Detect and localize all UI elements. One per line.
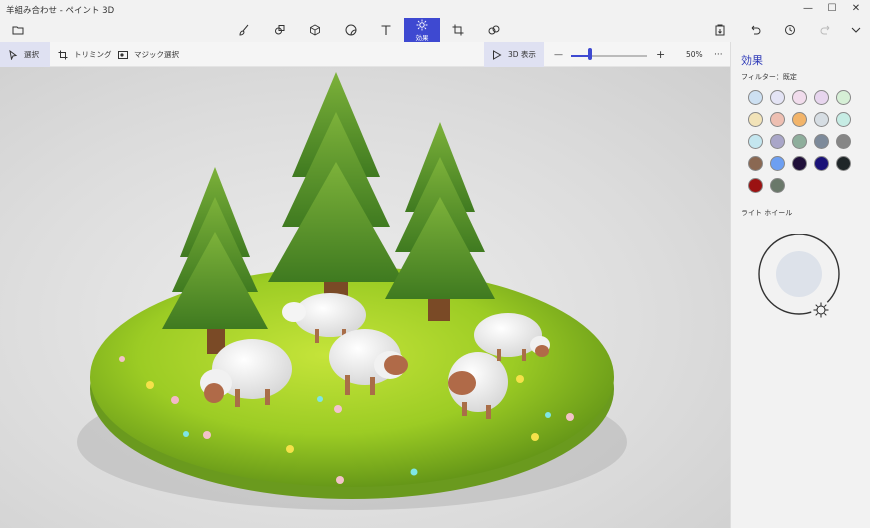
filter-swatch[interactable] — [792, 112, 807, 127]
zoom-slider-thumb[interactable] — [588, 48, 592, 60]
effects-button[interactable]: 効果 — [404, 18, 440, 42]
filter-label: フィルター： — [741, 73, 783, 81]
title-bar: 羊組み合わせ - ペイント 3D — ☐ ✕ — [0, 0, 870, 18]
filter-swatch[interactable] — [748, 112, 763, 127]
filter-swatch[interactable] — [814, 112, 829, 127]
effects-label: 効果 — [415, 33, 429, 42]
close-button[interactable]: ✕ — [844, 0, 868, 18]
filter-swatch[interactable] — [770, 134, 785, 149]
select-label: 選択 — [24, 50, 39, 59]
window-title: 羊組み合わせ - ペイント 3D — [6, 6, 115, 16]
panel-title: 効果 — [741, 54, 763, 67]
view-3d-icon — [493, 49, 502, 60]
filter-swatch[interactable] — [770, 112, 785, 127]
magic-select-button[interactable]: マジック選択 — [110, 42, 187, 67]
zoom-slider[interactable] — [571, 55, 647, 57]
crop-icon — [58, 50, 68, 59]
filter-swatch[interactable] — [836, 134, 851, 149]
maximize-button[interactable]: ☐ — [820, 0, 844, 18]
sticker-icon — [345, 24, 357, 36]
view-3d-button[interactable]: 3D 表示 — [484, 42, 544, 67]
stickers-button[interactable] — [333, 18, 369, 42]
zoom-in-button[interactable]: + — [648, 42, 673, 67]
more-options-button[interactable]: ··· — [706, 42, 731, 67]
library-icon — [488, 25, 500, 35]
filter-swatch[interactable] — [770, 90, 785, 105]
crop-label: トリミング — [74, 50, 112, 59]
filter-swatch[interactable] — [792, 156, 807, 171]
canvas-button[interactable] — [440, 18, 476, 42]
filter-swatch[interactable] — [748, 134, 763, 149]
filter-swatch[interactable] — [770, 178, 785, 193]
filter-swatch[interactable] — [748, 90, 763, 105]
filter-swatch[interactable] — [792, 134, 807, 149]
history-button[interactable] — [772, 18, 808, 42]
menu-button[interactable] — [0, 18, 36, 42]
canvas-area[interactable] — [0, 67, 730, 528]
filter-swatch[interactable] — [814, 156, 829, 171]
brushes-button[interactable] — [226, 18, 262, 42]
paste-button[interactable] — [702, 18, 738, 42]
light-wheel-label: ライト ホイール — [741, 209, 793, 217]
light-wheel[interactable] — [755, 234, 847, 326]
chevron-down-icon — [851, 27, 861, 33]
filter-swatch[interactable] — [814, 90, 829, 105]
history-icon — [785, 25, 795, 35]
minimize-button[interactable]: — — [796, 0, 820, 18]
3d-shapes-button[interactable] — [297, 18, 333, 42]
shapes-2d-icon — [275, 25, 285, 35]
filter-line: フィルター：既定 — [741, 72, 797, 82]
filter-swatch[interactable] — [814, 134, 829, 149]
filter-swatch[interactable] — [748, 156, 763, 171]
filter-value: 既定 — [782, 73, 797, 81]
crop-icon — [452, 24, 464, 36]
scene-3d-image — [77, 72, 627, 510]
filter-swatch[interactable] — [770, 156, 785, 171]
cursor-icon — [9, 49, 18, 60]
expand-button[interactable] — [838, 18, 870, 42]
view-3d-label: 3D 表示 — [508, 50, 536, 59]
2d-shapes-button[interactable] — [262, 18, 298, 42]
effects-panel: 効果 フィルター：既定 ライト ホイール — [730, 42, 870, 528]
zoom-out-button[interactable]: — — [546, 42, 571, 67]
magic-select-label: マジック選択 — [134, 50, 179, 59]
filter-swatch[interactable] — [836, 112, 851, 127]
filter-swatch[interactable] — [836, 156, 851, 171]
undo-button[interactable] — [737, 18, 773, 42]
brush-icon — [239, 24, 249, 36]
text-icon — [381, 25, 391, 35]
3d-library-button[interactable] — [476, 18, 512, 42]
text-button[interactable] — [368, 18, 404, 42]
sun-icon — [416, 19, 428, 30]
filter-swatch[interactable] — [836, 90, 851, 105]
folder-icon — [12, 26, 24, 35]
filter-swatch[interactable] — [792, 90, 807, 105]
undo-icon — [751, 25, 761, 35]
main-toolbar: 効果 — [0, 18, 870, 42]
paste-icon — [715, 24, 725, 36]
magic-select-icon — [118, 50, 128, 59]
select-button[interactable]: 選択 — [0, 42, 50, 67]
redo-icon — [820, 25, 830, 35]
cube-icon — [310, 24, 320, 36]
filter-swatch[interactable] — [748, 178, 763, 193]
